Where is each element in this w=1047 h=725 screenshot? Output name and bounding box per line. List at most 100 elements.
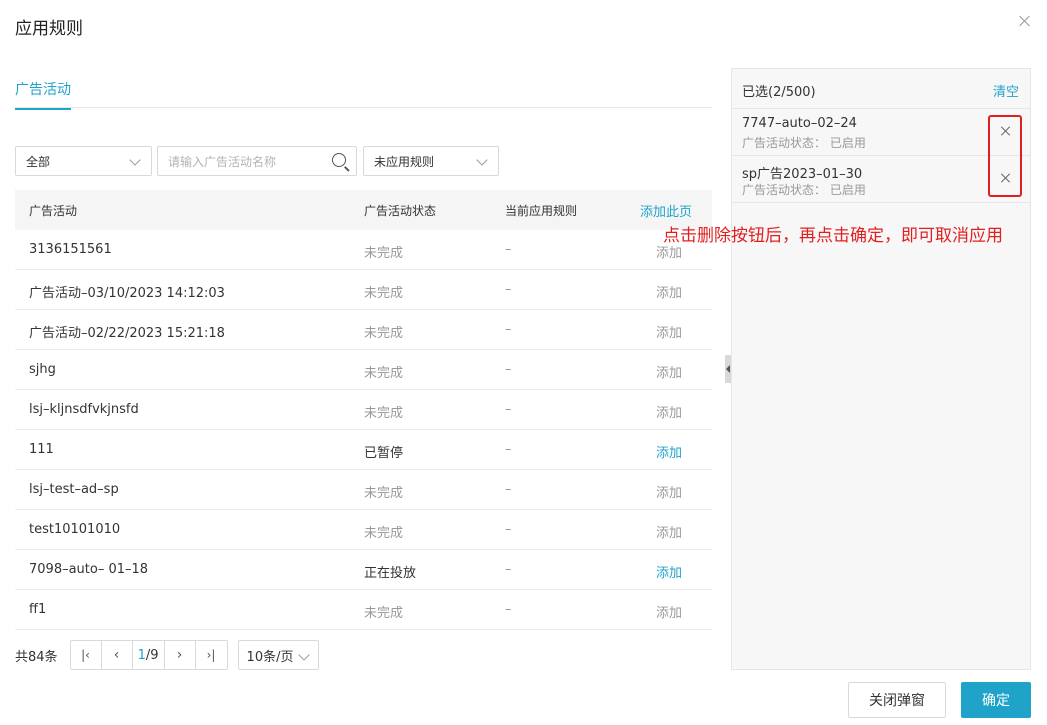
table-row: 7098–auto– 01–18 正在投放 – 添加	[15, 550, 712, 590]
add-button[interactable]: 添加	[656, 562, 682, 581]
table-row: lsj–kljnsdfvkjnsfd 未完成 – 添加	[15, 390, 712, 430]
table-row: test10101010 未完成 – 添加	[15, 510, 712, 550]
prev-page-button[interactable]: ‹	[102, 641, 133, 669]
scope-select-value: 全部	[26, 154, 51, 169]
campaign-name: 7098–auto– 01–18	[29, 562, 149, 577]
current-rule: –	[505, 442, 512, 457]
selected-item: 7747–auto–02–24 广告活动状态： 已启用	[732, 109, 1030, 156]
first-page-icon: |‹	[81, 648, 90, 662]
selected-panel-header: 已选(2/500) 清空	[732, 69, 1030, 109]
campaign-name: sjhg	[29, 362, 56, 377]
last-page-button[interactable]: ›|	[196, 641, 227, 669]
campaign-status: 未完成	[364, 406, 404, 421]
campaign-status: 未完成	[364, 526, 404, 541]
table-row: lsj–test–ad–sp 未完成 – 添加	[15, 470, 712, 510]
pagination: 共84条 |‹ ‹ 1/9 › ›| 10条/页	[15, 640, 319, 670]
remove-icon[interactable]	[1001, 126, 1011, 136]
page-indicator[interactable]: 1/9	[133, 641, 165, 669]
page-size-select[interactable]: 10条/页	[237, 640, 319, 670]
table-row: 广告活动–02/22/2023 15:21:18 未完成 – 添加	[15, 310, 712, 350]
chevron-down-icon	[476, 154, 488, 166]
table-header: 广告活动 广告活动状态 当前应用规则 添加此页	[15, 190, 712, 230]
next-page-button[interactable]: ›	[165, 641, 196, 669]
selected-item: sp广告2023–01–30 广告活动状态： 已启用	[732, 156, 1030, 203]
add-button[interactable]: 添加	[656, 482, 682, 501]
campaign-status: 未完成	[364, 286, 404, 301]
campaign-table-body: 3136151561 未完成 – 添加 广告活动–03/10/2023 14:12:03…	[15, 230, 712, 630]
close-icon[interactable]	[1017, 13, 1033, 29]
campaign-name: lsj–test–ad–sp	[29, 482, 119, 497]
chevron-down-icon	[297, 649, 310, 661]
annotation-text: 点击删除按钮后，再点击确定，即可取消应用	[663, 226, 1003, 246]
search-icon[interactable]	[332, 153, 346, 167]
remove-icon[interactable]	[1001, 173, 1011, 183]
tab-bar: 广告活动	[15, 72, 712, 110]
selected-panel: 已选(2/500) 清空 7747–auto–02–24 广告活动状态： 已启用…	[731, 68, 1031, 670]
campaign-name: ff1	[29, 602, 47, 617]
campaign-status: 已暂停	[364, 446, 404, 461]
current-rule: –	[505, 402, 512, 417]
header-current-rule: 当前应用规则	[505, 204, 578, 218]
table-row: 111 已暂停 – 添加	[15, 430, 712, 470]
current-rule: –	[505, 282, 512, 297]
page-nav: |‹ ‹ 1/9 › ›|	[69, 640, 228, 670]
current-rule: –	[505, 522, 512, 537]
page-size-value: 10条/页	[246, 649, 294, 665]
header-campaign: 广告活动	[29, 204, 78, 218]
current-rule: –	[505, 242, 512, 257]
add-button[interactable]: 添加	[656, 602, 682, 621]
rule-filter-value: 未应用规则	[374, 154, 435, 169]
scope-select[interactable]: 全部	[15, 146, 152, 176]
add-button[interactable]: 添加	[656, 282, 682, 301]
first-page-button[interactable]: |‹	[71, 641, 102, 669]
current-rule: –	[505, 362, 512, 377]
campaign-search-input[interactable]: 请输入广告活动名称	[157, 146, 357, 176]
current-rule: –	[505, 482, 512, 497]
campaign-status: 正在投放	[364, 566, 417, 581]
total-pages: 9	[150, 647, 159, 663]
current-rule: –	[505, 562, 512, 577]
rule-filter-select[interactable]: 未应用规则	[363, 146, 499, 176]
chevron-down-icon	[129, 154, 141, 166]
campaign-status: 未完成	[364, 246, 404, 261]
search-placeholder: 请输入广告活动名称	[168, 154, 277, 169]
campaign-status: 未完成	[364, 486, 404, 501]
table-row: 广告活动–03/10/2023 14:12:03 未完成 – 添加	[15, 270, 712, 310]
add-button[interactable]: 添加	[656, 442, 682, 461]
campaign-name: lsj–kljnsdfvkjnsfd	[29, 402, 139, 417]
selected-item-name: 7747–auto–02–24	[742, 116, 857, 131]
tab-campaigns[interactable]: 广告活动	[15, 79, 71, 110]
selected-count: 已选(2/500)	[742, 85, 816, 100]
table-row: sjhg 未完成 – 添加	[15, 350, 712, 390]
current-rule: –	[505, 322, 512, 337]
chevron-left-icon: ‹	[113, 647, 120, 663]
close-dialog-button[interactable]: 关闭弹窗	[848, 682, 946, 718]
campaign-status: 未完成	[364, 606, 404, 621]
confirm-button[interactable]: 确定	[961, 682, 1031, 718]
clear-all-button[interactable]: 清空	[993, 81, 1019, 100]
campaign-name: 3136151561	[29, 242, 112, 257]
campaign-status: 未完成	[364, 326, 404, 341]
add-button[interactable]: 添加	[656, 522, 682, 541]
selected-item-status: 广告活动状态： 已启用	[742, 183, 866, 197]
campaign-name: 广告活动–02/22/2023 15:21:18	[29, 326, 225, 341]
chevron-right-icon: ›	[176, 647, 183, 663]
add-button[interactable]: 添加	[656, 322, 682, 341]
selected-item-name: sp广告2023–01–30	[742, 167, 863, 182]
campaign-status: 未完成	[364, 366, 404, 381]
dialog-title: 应用规则	[15, 19, 83, 39]
current-page: 1	[137, 647, 146, 663]
add-button[interactable]: 添加	[656, 402, 682, 421]
selected-item-status: 广告活动状态： 已启用	[742, 136, 866, 150]
table-row: 3136151561 未完成 – 添加	[15, 230, 712, 270]
add-button[interactable]: 添加	[656, 362, 682, 381]
campaign-name: test10101010	[29, 522, 121, 537]
last-page-icon: ›|	[206, 648, 216, 662]
total-count: 共84条	[15, 649, 58, 665]
current-rule: –	[505, 602, 512, 617]
header-status: 广告活动状态	[364, 204, 437, 218]
table-row: ff1 未完成 – 添加	[15, 590, 712, 630]
campaign-name: 广告活动–03/10/2023 14:12:03	[29, 286, 225, 301]
add-page-button[interactable]: 添加此页	[640, 201, 692, 220]
campaign-name: 111	[29, 442, 54, 457]
